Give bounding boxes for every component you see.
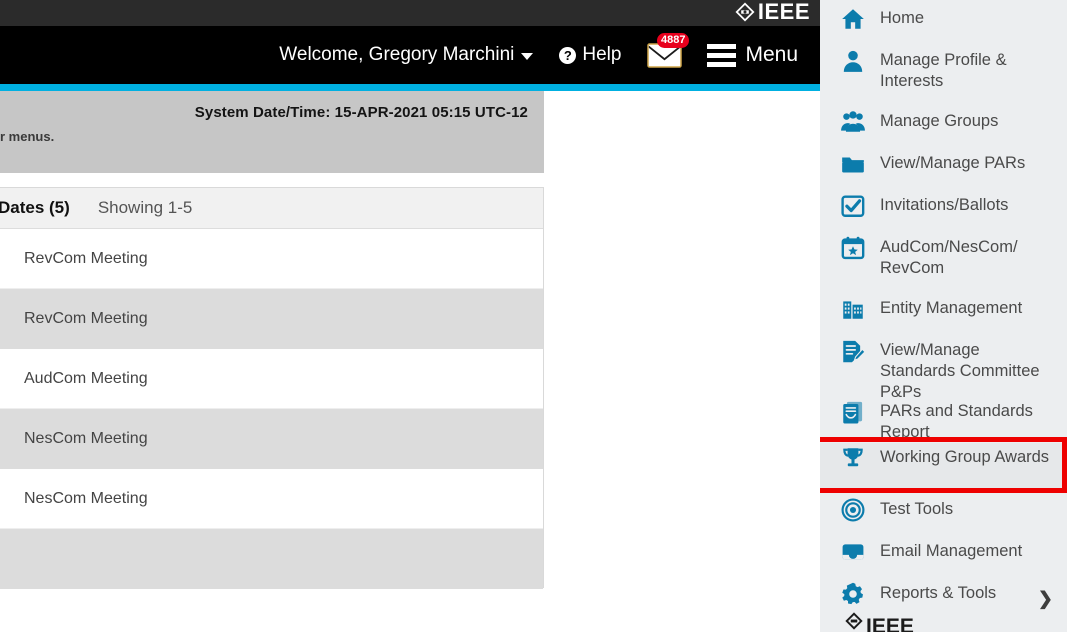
menu-item-home[interactable]: Home	[820, 4, 1067, 44]
menu-item-label: Reports & Tools	[880, 584, 997, 602]
menu-item-manage-profile-interests[interactable]: Manage Profile & Interests	[820, 46, 1067, 108]
checkbox-checked-icon	[841, 195, 865, 217]
menu-item-label: PARs and Standards Report	[880, 402, 1033, 441]
menu-item-label: AudCom/NesCom/ RevCom	[880, 238, 1018, 277]
row-label: NesCom Meeting	[24, 429, 148, 447]
menu-item-label: Email Management	[880, 542, 1023, 560]
system-datetime: System Date/Time: 15-APR-2021 05:15 UTC-…	[194, 104, 528, 121]
user-icon	[838, 46, 868, 76]
menu-item-working-group-awards[interactable]: Working Group Awards	[820, 443, 1067, 489]
accent-rule-right	[544, 84, 820, 91]
home-icon	[838, 4, 868, 34]
chevron-down-icon	[521, 53, 534, 60]
menu-item-entity-management[interactable]: Entity Management	[820, 294, 1067, 334]
menu-item-label: Entity Management	[880, 299, 1023, 317]
menu-item-list: Home Manage Profile & Interests Manage Gro…	[820, 0, 1067, 632]
users-group-icon	[838, 107, 868, 137]
report-stack-icon	[838, 397, 868, 427]
ieee-wordmark-top: IEEE	[757, 0, 810, 24]
user-icon	[843, 50, 863, 72]
help-label: Help	[582, 44, 622, 65]
building-icon	[838, 294, 868, 324]
menu-item-label: View/Manage Standards Committee P&Ps	[880, 341, 1040, 401]
question-mark-icon: ?	[559, 46, 577, 64]
menu-item-label: Manage Groups	[880, 112, 999, 130]
app-root: IEEE Welcome, Gregory Marchini ? Help 48…	[0, 0, 1067, 632]
table-row[interactable]: NesCom Meeting	[0, 469, 543, 529]
menu-item-label: View/Manage PARs	[880, 154, 1026, 172]
home-icon	[842, 9, 864, 29]
ieee-diamond-icon-bottom	[844, 611, 864, 632]
menu-toggle-button[interactable]: Menu	[707, 43, 798, 67]
inbox-icon	[838, 537, 868, 567]
welcome-label: Welcome, Gregory Marchini	[279, 44, 515, 65]
table-row[interactable]: RevCom Meeting	[0, 289, 543, 349]
row-label: RevCom Meeting	[24, 249, 148, 267]
results-showing-label: Showing 1-5	[97, 198, 193, 217]
system-note-text: r menus.	[0, 129, 55, 144]
results-card: Dates (5) Showing 1-5 RevCom Meeting RevC…	[0, 187, 544, 589]
document-edit-icon	[838, 336, 868, 366]
help-button[interactable]: ? Help	[559, 44, 621, 66]
folder-icon	[842, 157, 864, 173]
menu-item-label: Home	[880, 9, 925, 27]
ieee-top-strip: IEEE	[0, 0, 820, 26]
gear-icon	[838, 579, 868, 609]
table-row-empty	[0, 589, 543, 632]
menu-item-manage-groups[interactable]: Manage Groups	[820, 107, 1067, 147]
message-count-badge: 4887	[656, 33, 690, 48]
row-label: RevCom Meeting	[24, 309, 148, 327]
gear-icon	[842, 582, 863, 605]
menu-item-label: Test Tools	[880, 500, 954, 518]
table-row-empty	[0, 529, 543, 589]
ieee-logo-top: IEEE	[734, 1, 810, 23]
calendar-star-icon	[838, 233, 868, 263]
table-row[interactable]: NesCom Meeting	[0, 409, 543, 469]
building-icon	[843, 301, 863, 319]
table-row[interactable]: AudCom Meeting	[0, 349, 543, 409]
users-group-icon	[841, 111, 865, 132]
results-card-header: Dates (5) Showing 1-5	[0, 188, 543, 229]
menu-item-label: Working Group Awards	[880, 448, 1050, 466]
chevron-right-icon: ❯	[1037, 588, 1053, 609]
inbox-icon	[842, 544, 864, 560]
checkbox-checked-icon	[838, 191, 868, 221]
ieee-logo-bottom: IEEE	[844, 611, 914, 632]
hamburger-icon	[707, 43, 737, 67]
ieee-diamond-icon	[734, 1, 756, 23]
row-label: AudCom Meeting	[24, 369, 148, 387]
target-icon	[841, 498, 865, 522]
target-icon	[838, 495, 868, 525]
calendar-star-icon	[841, 236, 865, 260]
results-row-list: RevCom Meeting RevCom Meeting AudCom Meeti…	[0, 229, 543, 632]
trophy-icon	[843, 448, 863, 467]
slide-out-menu: Home Manage Profile & Interests Manage Gro…	[820, 0, 1067, 632]
menu-item-view-manage-pars[interactable]: View/Manage PARs	[820, 149, 1067, 189]
menu-item-test-tools[interactable]: Test Tools	[820, 495, 1067, 535]
system-info-band: System Date/Time: 15-APR-2021 05:15 UTC-…	[0, 91, 544, 173]
table-row[interactable]: RevCom Meeting	[0, 229, 543, 289]
menu-item-email-management[interactable]: Email Management	[820, 537, 1067, 577]
menu-item-audcom-nescom-revcom[interactable]: AudCom/NesCom/ RevCom	[820, 233, 1067, 295]
messages-button[interactable]: 4887	[645, 33, 690, 72]
folder-icon	[838, 149, 868, 179]
menu-item-invitations-ballots[interactable]: Invitations/Ballots	[820, 191, 1067, 231]
trophy-icon	[838, 443, 868, 473]
ieee-wordmark-bottom: IEEE	[866, 615, 914, 632]
report-stack-icon	[843, 401, 863, 424]
menu-item-label: Manage Profile & Interests	[880, 51, 1007, 90]
top-navigation-bar: Welcome, Gregory Marchini ? Help 4887 Me…	[0, 26, 820, 84]
menu-item-view-manage-standards-committee-p-ps[interactable]: View/Manage Standards Committee P&Ps	[820, 336, 1067, 403]
user-menu-button[interactable]: Welcome, Gregory Marchini	[279, 44, 534, 66]
row-label: NesCom Meeting	[24, 489, 148, 507]
results-count-label: Dates (5)	[0, 198, 70, 217]
menu-label: Menu	[745, 43, 798, 66]
document-edit-icon	[843, 340, 866, 363]
menu-item-label: Invitations/Ballots	[880, 196, 1009, 214]
